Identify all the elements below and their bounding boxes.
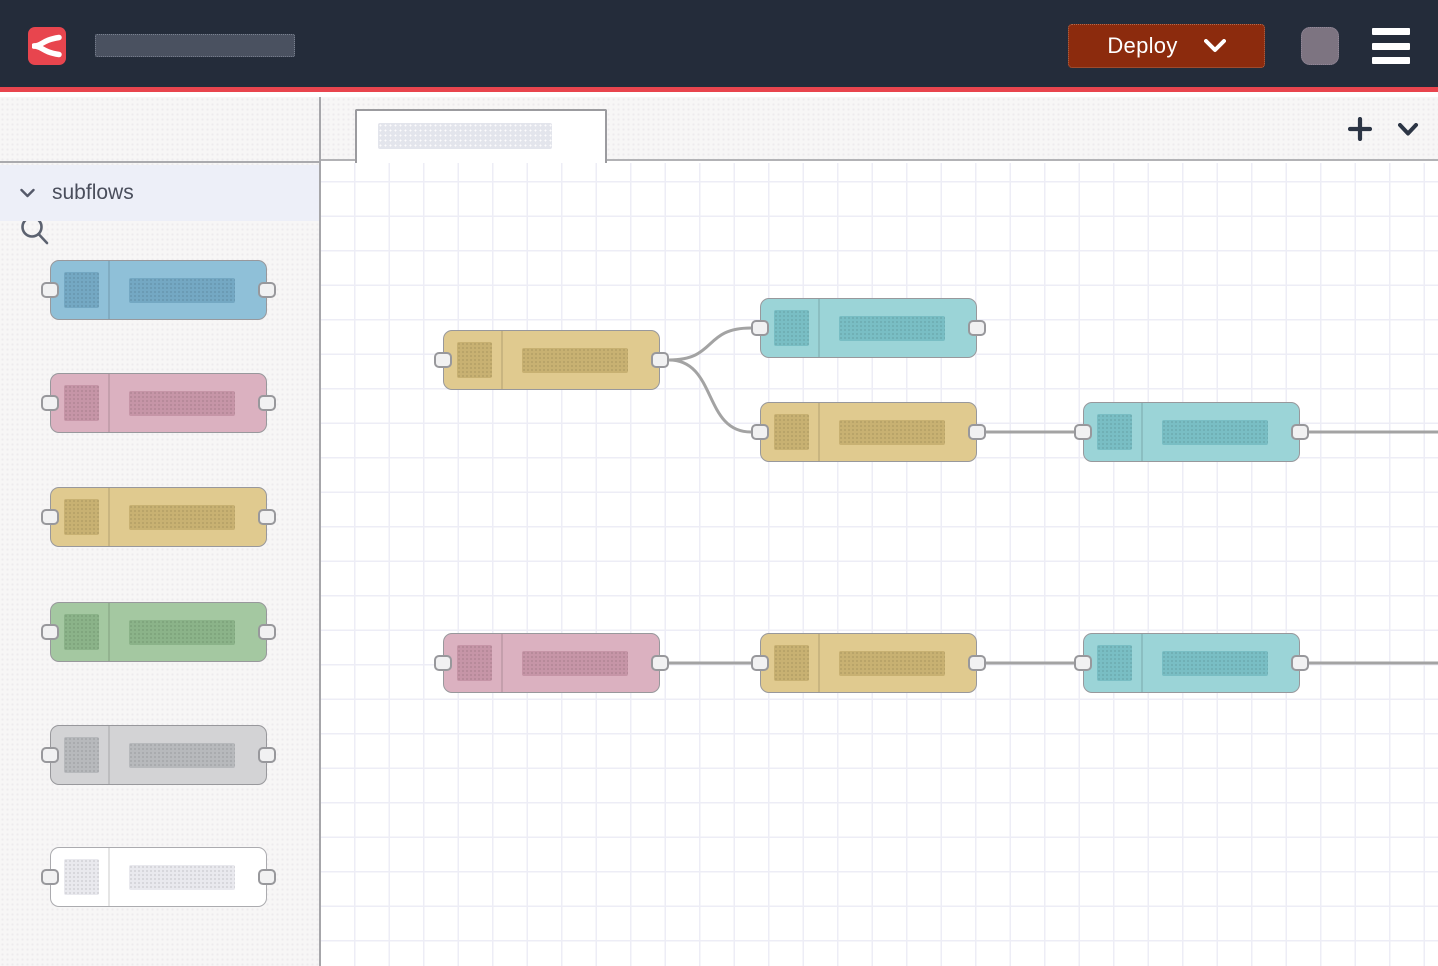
node-icon: [1097, 414, 1132, 450]
node-label-placeholder: [129, 391, 235, 416]
output-port[interactable]: [1291, 655, 1309, 671]
input-port[interactable]: [434, 655, 452, 671]
input-port[interactable]: [41, 282, 59, 298]
output-port[interactable]: [968, 655, 986, 671]
node-icon: [64, 499, 99, 535]
tan-node[interactable]: [50, 487, 267, 547]
input-port[interactable]: [751, 655, 769, 671]
input-port[interactable]: [1074, 655, 1092, 671]
node-icon: [64, 272, 99, 308]
output-port[interactable]: [968, 320, 986, 336]
chevron-down-icon: [20, 188, 35, 198]
header-bar: Deploy: [0, 0, 1438, 92]
palette-search[interactable]: [0, 97, 319, 163]
palette-category-subflows[interactable]: subflows: [0, 165, 319, 221]
node-icon: [774, 310, 809, 346]
teal-node[interactable]: [1083, 402, 1300, 462]
flow-tab-active[interactable]: [355, 109, 607, 163]
node-red-editor: Deploy subflows: [0, 0, 1438, 966]
node-icon: [457, 645, 492, 681]
output-port[interactable]: [651, 655, 669, 671]
workspace-title-placeholder: [95, 34, 295, 57]
input-port[interactable]: [751, 320, 769, 336]
node-label-placeholder: [839, 316, 945, 341]
palette-sidebar: subflows: [0, 97, 321, 966]
flow-tab-label-placeholder: [378, 123, 552, 149]
deploy-button-label: Deploy: [1107, 33, 1177, 59]
node-label-placeholder: [522, 348, 628, 373]
node-label-placeholder: [129, 505, 235, 530]
node-label-placeholder: [129, 278, 235, 303]
input-port[interactable]: [41, 747, 59, 763]
node-icon: [64, 737, 99, 773]
wire[interactable]: [669, 328, 751, 360]
output-port[interactable]: [651, 352, 669, 368]
tan-node[interactable]: [760, 402, 977, 462]
output-port[interactable]: [968, 424, 986, 440]
menu-bar: [1372, 43, 1410, 50]
node-label-placeholder: [839, 651, 945, 676]
white-node[interactable]: [50, 847, 267, 907]
output-port[interactable]: [258, 395, 276, 411]
palette: [0, 221, 319, 966]
node-label-placeholder: [129, 620, 235, 645]
blue-node[interactable]: [50, 260, 267, 320]
node-icon: [774, 414, 809, 450]
deploy-button[interactable]: Deploy: [1068, 24, 1265, 68]
input-port[interactable]: [1074, 424, 1092, 440]
output-port[interactable]: [1291, 424, 1309, 440]
node-icon: [64, 859, 99, 895]
pink-node[interactable]: [443, 633, 660, 693]
output-port[interactable]: [258, 282, 276, 298]
input-port[interactable]: [41, 395, 59, 411]
node-label-placeholder: [1162, 651, 1268, 676]
green-node[interactable]: [50, 602, 267, 662]
node-label-placeholder: [129, 743, 235, 768]
flow-list-button[interactable]: [1392, 113, 1424, 145]
gray-node[interactable]: [50, 725, 267, 785]
tab-toolbar: [1344, 97, 1424, 161]
input-port[interactable]: [751, 424, 769, 440]
node-icon: [774, 645, 809, 681]
user-avatar[interactable]: [1301, 27, 1339, 65]
input-port[interactable]: [41, 869, 59, 885]
output-port[interactable]: [258, 869, 276, 885]
tan-node[interactable]: [443, 330, 660, 390]
output-port[interactable]: [258, 747, 276, 763]
node-red-logo-icon[interactable]: [28, 27, 66, 65]
chevron-down-icon: [1398, 123, 1418, 136]
input-port[interactable]: [434, 352, 452, 368]
menu-bar: [1372, 57, 1410, 64]
wire[interactable]: [669, 360, 751, 432]
node-label-placeholder: [1162, 420, 1268, 445]
node-label-placeholder: [522, 651, 628, 676]
output-port[interactable]: [258, 624, 276, 640]
input-port[interactable]: [41, 509, 59, 525]
input-port[interactable]: [41, 624, 59, 640]
plus-icon: [1348, 117, 1372, 141]
node-icon: [64, 614, 99, 650]
workspace: [321, 97, 1438, 966]
add-flow-button[interactable]: [1344, 113, 1376, 145]
chevron-down-icon: [1204, 39, 1226, 53]
node-icon: [64, 385, 99, 421]
menu-bar: [1372, 28, 1410, 35]
flow-canvas[interactable]: [321, 163, 1438, 966]
pink-node[interactable]: [50, 373, 267, 433]
node-label-placeholder: [839, 420, 945, 445]
palette-category-label: subflows: [52, 181, 134, 205]
tan-node[interactable]: [760, 633, 977, 693]
teal-node[interactable]: [760, 298, 977, 358]
node-label-placeholder: [129, 865, 235, 890]
node-icon: [1097, 645, 1132, 681]
hamburger-menu-icon[interactable]: [1372, 27, 1410, 65]
output-port[interactable]: [258, 509, 276, 525]
node-icon: [457, 342, 492, 378]
wire-layer: [321, 163, 1438, 966]
teal-node[interactable]: [1083, 633, 1300, 693]
